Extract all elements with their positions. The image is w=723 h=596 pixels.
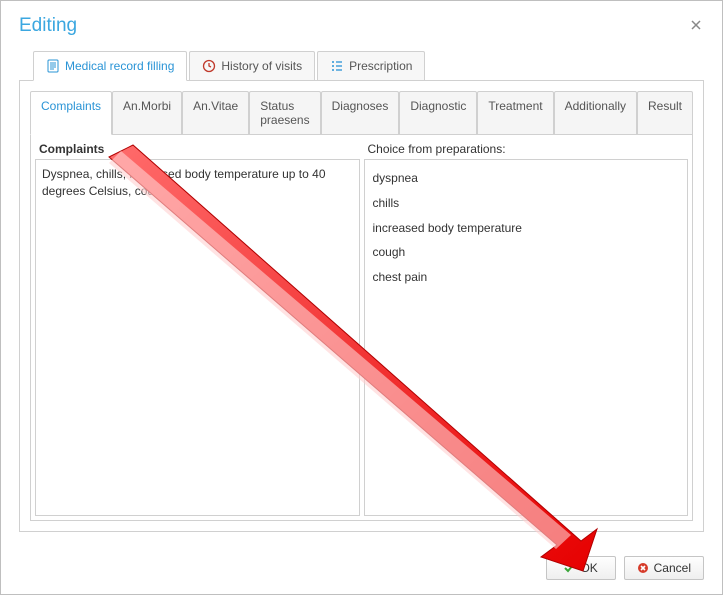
preparation-item[interactable]: chest pain [371, 265, 682, 290]
tab-label: Medical record filling [65, 59, 174, 73]
subtab-additionally[interactable]: Additionally [554, 91, 637, 135]
button-label: Cancel [654, 561, 691, 575]
preparation-item[interactable]: dyspnea [371, 166, 682, 191]
titlebar: Editing [1, 1, 722, 41]
subtab-result[interactable]: Result [637, 91, 693, 135]
tab-history-of-visits[interactable]: History of visits [189, 51, 315, 81]
editing-dialog: Editing Medical record filling History o… [0, 0, 723, 595]
content-area: Medical record filling History of visits… [1, 41, 722, 546]
check-icon [563, 562, 575, 574]
complaints-text: Dyspnea, chills, increased body temperat… [42, 167, 326, 198]
close-icon [690, 19, 702, 31]
tab-medical-record-filling[interactable]: Medical record filling [33, 51, 187, 81]
list-icon [330, 59, 344, 73]
cancel-icon [637, 562, 649, 574]
preparation-label: cough [373, 245, 406, 259]
document-icon [46, 59, 60, 73]
preparation-label: dyspnea [373, 171, 418, 185]
subtab-diagnoses[interactable]: Diagnoses [321, 91, 400, 135]
close-button[interactable] [686, 14, 706, 38]
subtab-label: Treatment [488, 99, 542, 113]
preparation-label: increased body temperature [373, 221, 522, 235]
inner-panel: Complaints Dyspnea, chills, increased bo… [30, 134, 693, 521]
subtab-label: An.Morbi [123, 99, 171, 113]
preparation-item[interactable]: increased body temperature [371, 216, 682, 241]
window-title: Editing [19, 15, 77, 37]
main-tabs: Medical record filling History of visits… [33, 51, 704, 81]
subtab-complaints[interactable]: Complaints [30, 91, 112, 135]
subtab-status-praesens[interactable]: Status praesens [249, 91, 320, 135]
tab-label: History of visits [221, 59, 302, 73]
subtab-label: Status praesens [260, 99, 309, 127]
button-row: OK Cancel [1, 546, 722, 594]
preparation-item[interactable]: chills [371, 191, 682, 216]
subtab-an-morbi[interactable]: An.Morbi [112, 91, 182, 135]
complaints-textarea[interactable]: Dyspnea, chills, increased body temperat… [35, 159, 360, 516]
preparation-label: chills [373, 196, 400, 210]
preparation-item[interactable]: cough [371, 240, 682, 265]
button-label: OK [580, 561, 597, 575]
subtab-label: Additionally [565, 99, 626, 113]
preparations-column: Choice from preparations: dyspnea chills… [364, 139, 689, 516]
subtab-label: Result [648, 99, 682, 113]
preparations-list[interactable]: dyspnea chills increased body temperatur… [364, 159, 689, 516]
complaints-column: Complaints Dyspnea, chills, increased bo… [35, 139, 360, 516]
sub-tabs: Complaints An.Morbi An.Vitae Status prae… [30, 91, 693, 135]
subtab-treatment[interactable]: Treatment [477, 91, 553, 135]
preparation-label: chest pain [373, 270, 428, 284]
subtab-diagnostic[interactable]: Diagnostic [399, 91, 477, 135]
subtab-label: Complaints [41, 99, 101, 113]
tab-label: Prescription [349, 59, 412, 73]
complaints-header: Complaints [35, 139, 360, 159]
subtab-label: Diagnostic [410, 99, 466, 113]
subtab-label: Diagnoses [332, 99, 389, 113]
ok-button[interactable]: OK [546, 556, 616, 580]
preparations-header: Choice from preparations: [364, 139, 689, 159]
subtab-label: An.Vitae [193, 99, 238, 113]
clock-icon [202, 59, 216, 73]
subtab-an-vitae[interactable]: An.Vitae [182, 91, 249, 135]
tab-prescription[interactable]: Prescription [317, 51, 425, 81]
outer-panel: Complaints An.Morbi An.Vitae Status prae… [19, 80, 704, 532]
cancel-button[interactable]: Cancel [624, 556, 704, 580]
